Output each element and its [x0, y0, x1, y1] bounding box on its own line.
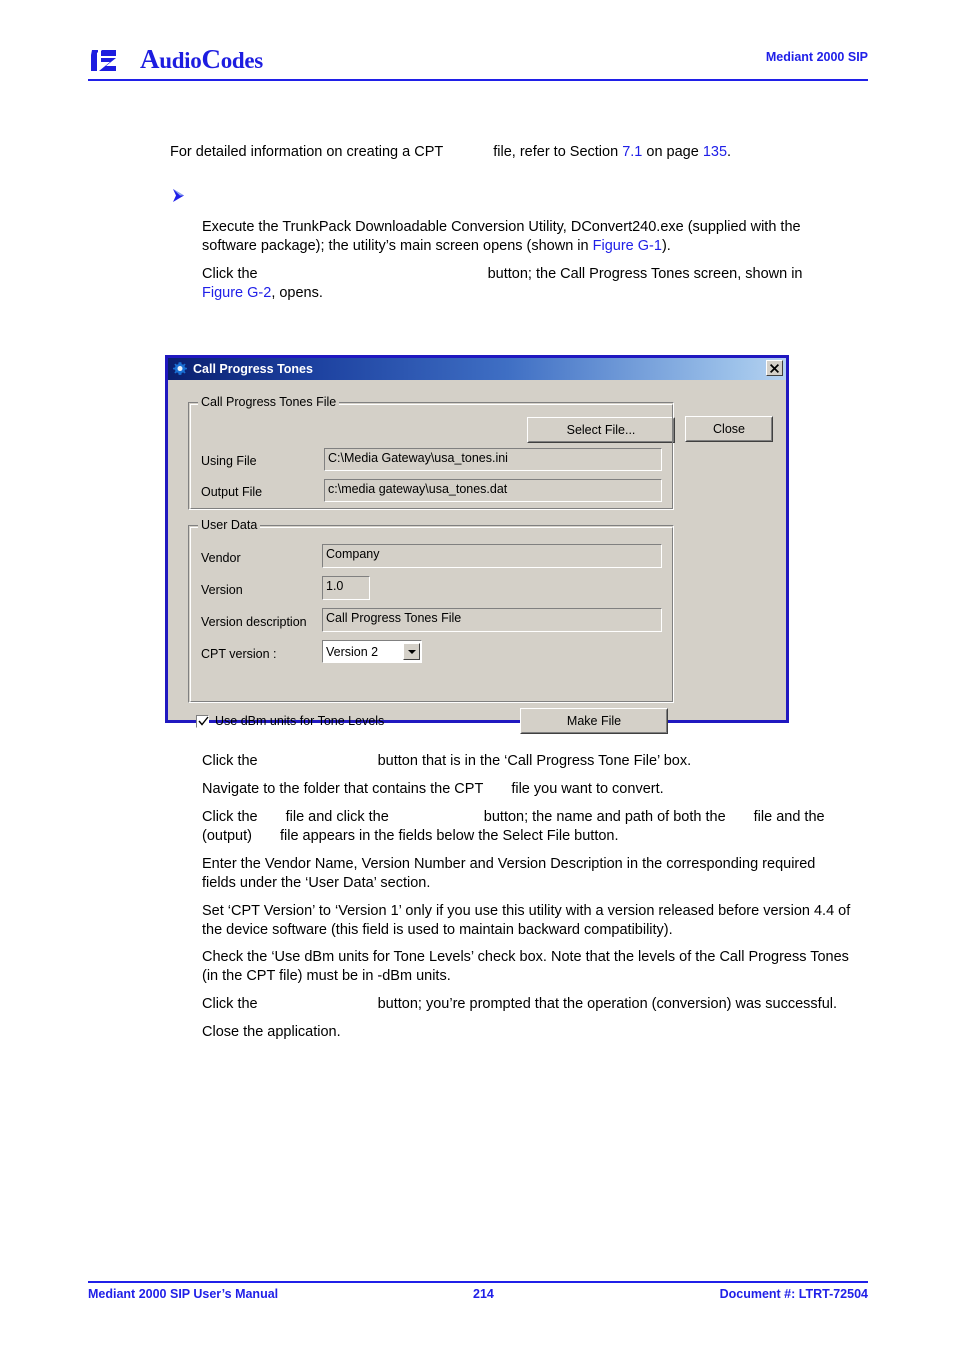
- user-data-group: User Data Vendor Company Version 1.0 Ver…: [188, 518, 674, 703]
- step-nav-text-b: file you want to convert.: [511, 781, 664, 797]
- step-click-make-file: Click the button; you’re prompted that th…: [202, 995, 872, 1014]
- step-open-text-a: Click the: [202, 809, 258, 825]
- arrow-bullet-icon: [170, 186, 190, 206]
- step-enter-user-data: Enter the Vendor Name, Version Number an…: [202, 856, 816, 891]
- step-click-file-open: Click the file and click the button; the n…: [202, 808, 867, 846]
- step-open-text-e: file appears in the fields below the Sel…: [279, 828, 619, 844]
- step-execute-text-a: Execute the TrunkPack Downloadable Conve…: [202, 219, 801, 254]
- page-footer: Mediant 2000 SIP User’s Manual 214 Docum…: [88, 1287, 868, 1305]
- step-mf-text-a: Click the: [202, 996, 258, 1012]
- audiocodes-logo: AudioCodes: [88, 44, 263, 75]
- using-file-label: Using File: [201, 454, 257, 468]
- checkmark-icon: [198, 716, 209, 726]
- step-open-text-b: file and click the: [285, 809, 389, 825]
- intro-paragraph: For detailed information on creating a C…: [170, 143, 810, 162]
- close-icon[interactable]: [766, 360, 783, 376]
- user-data-legend: User Data: [198, 518, 261, 532]
- footer-divider: [88, 1281, 868, 1283]
- footer-manual-title: Mediant 2000 SIP User’s Manual: [88, 1287, 279, 1301]
- file-group-legend: Call Progress Tones File: [198, 395, 340, 409]
- step-set-cpt-version: Set ‘CPT Version’ to ‘Version 1’ only if…: [202, 903, 851, 938]
- call-progress-tones-dialog: Call Progress Tones Close Call Progress …: [165, 355, 789, 734]
- vendor-field[interactable]: Company: [322, 544, 662, 568]
- step-click-text-a: Click the: [202, 266, 258, 282]
- step-open-text-c: button; the name and path of both the: [483, 809, 726, 825]
- header-product-name: Mediant 2000 SIP: [765, 50, 868, 64]
- version-label: Version: [201, 583, 243, 597]
- step-navigate-folder: Navigate to the folder that contains the…: [202, 780, 862, 799]
- header-divider: [88, 79, 868, 81]
- dialog-titlebar[interactable]: Call Progress Tones: [168, 358, 786, 380]
- step-click-text-b: button; the Call Progress Tones screen, …: [487, 266, 803, 282]
- dialog-body: Close Call Progress Tones File Select Fi…: [168, 380, 786, 734]
- audiocodes-logo-icon: [88, 47, 134, 73]
- intro-text-d: .: [727, 144, 732, 160]
- intro-text-b: file, refer to Section: [493, 144, 623, 160]
- use-dbm-checkbox-row[interactable]: Use dBm units for Tone Levels: [196, 714, 384, 728]
- step-check-dbm: Check the ‘Use dBm units for Tone Levels…: [202, 949, 849, 984]
- intro-text-a: For detailed information on creating a C…: [170, 144, 444, 160]
- call-progress-tones-file-group: Call Progress Tones File Select File... …: [188, 395, 675, 510]
- dialog-title: Call Progress Tones: [193, 362, 313, 376]
- vendor-label: Vendor: [201, 551, 241, 565]
- audiocodes-wordmark: AudioCodes: [140, 44, 263, 74]
- output-file-label: Output File: [201, 485, 263, 499]
- footer-document-number: Document #: LTRT-72504: [719, 1287, 868, 1301]
- step-sf-text-a: Click the: [202, 753, 258, 769]
- version-description-field[interactable]: Call Progress Tones File: [322, 608, 662, 632]
- step-click-select-file: Click the button that is in the ‘Call Pro…: [202, 752, 862, 771]
- step-execute-utility: Execute the TrunkPack Downloadable Conve…: [202, 218, 847, 256]
- version-description-label: Version description: [201, 615, 307, 629]
- step-close-application: Close the application.: [202, 1024, 341, 1040]
- use-dbm-checkbox-label: Use dBm units for Tone Levels: [215, 714, 385, 728]
- chevron-down-icon[interactable]: [403, 643, 420, 660]
- step-sf-text-b: button that is in the ‘Call Progress Ton…: [377, 753, 692, 769]
- page-link[interactable]: 135: [703, 144, 727, 160]
- page-header: AudioCodes Mediant 2000 SIP: [88, 40, 868, 84]
- step-click-cpt-button: Click the button; the Call Progress Tones…: [202, 265, 847, 303]
- output-file-value[interactable]: c:\media gateway\usa_tones.dat: [324, 479, 662, 502]
- use-dbm-checkbox[interactable]: [196, 714, 209, 728]
- using-file-value[interactable]: C:\Media Gateway\usa_tones.ini: [324, 448, 662, 471]
- make-file-button[interactable]: Make File: [520, 708, 668, 734]
- intro-text-c: on page: [642, 144, 703, 160]
- cpt-version-value: Version 2: [326, 644, 379, 659]
- footer-page-number: 214: [473, 1287, 494, 1301]
- version-field[interactable]: 1.0: [322, 576, 370, 600]
- select-file-button[interactable]: Select File...: [527, 417, 675, 443]
- close-button[interactable]: Close: [685, 416, 773, 442]
- gear-icon: [172, 361, 188, 377]
- step-execute-text-b: ).: [661, 238, 671, 254]
- figure-g2-link[interactable]: Figure G-2: [202, 285, 271, 301]
- section-link[interactable]: 7.1: [622, 144, 642, 160]
- step-mf-text-b: button; you’re prompted that the operati…: [377, 996, 838, 1012]
- cpt-version-select[interactable]: Version 2: [322, 640, 422, 663]
- step-click-text-c: , opens.: [271, 285, 323, 301]
- cpt-version-label: CPT version :: [201, 647, 277, 661]
- step-nav-text-a: Navigate to the folder that contains the…: [202, 781, 484, 797]
- close-x-glyph: [770, 363, 779, 373]
- figure-g1-link[interactable]: Figure G-1: [593, 238, 662, 254]
